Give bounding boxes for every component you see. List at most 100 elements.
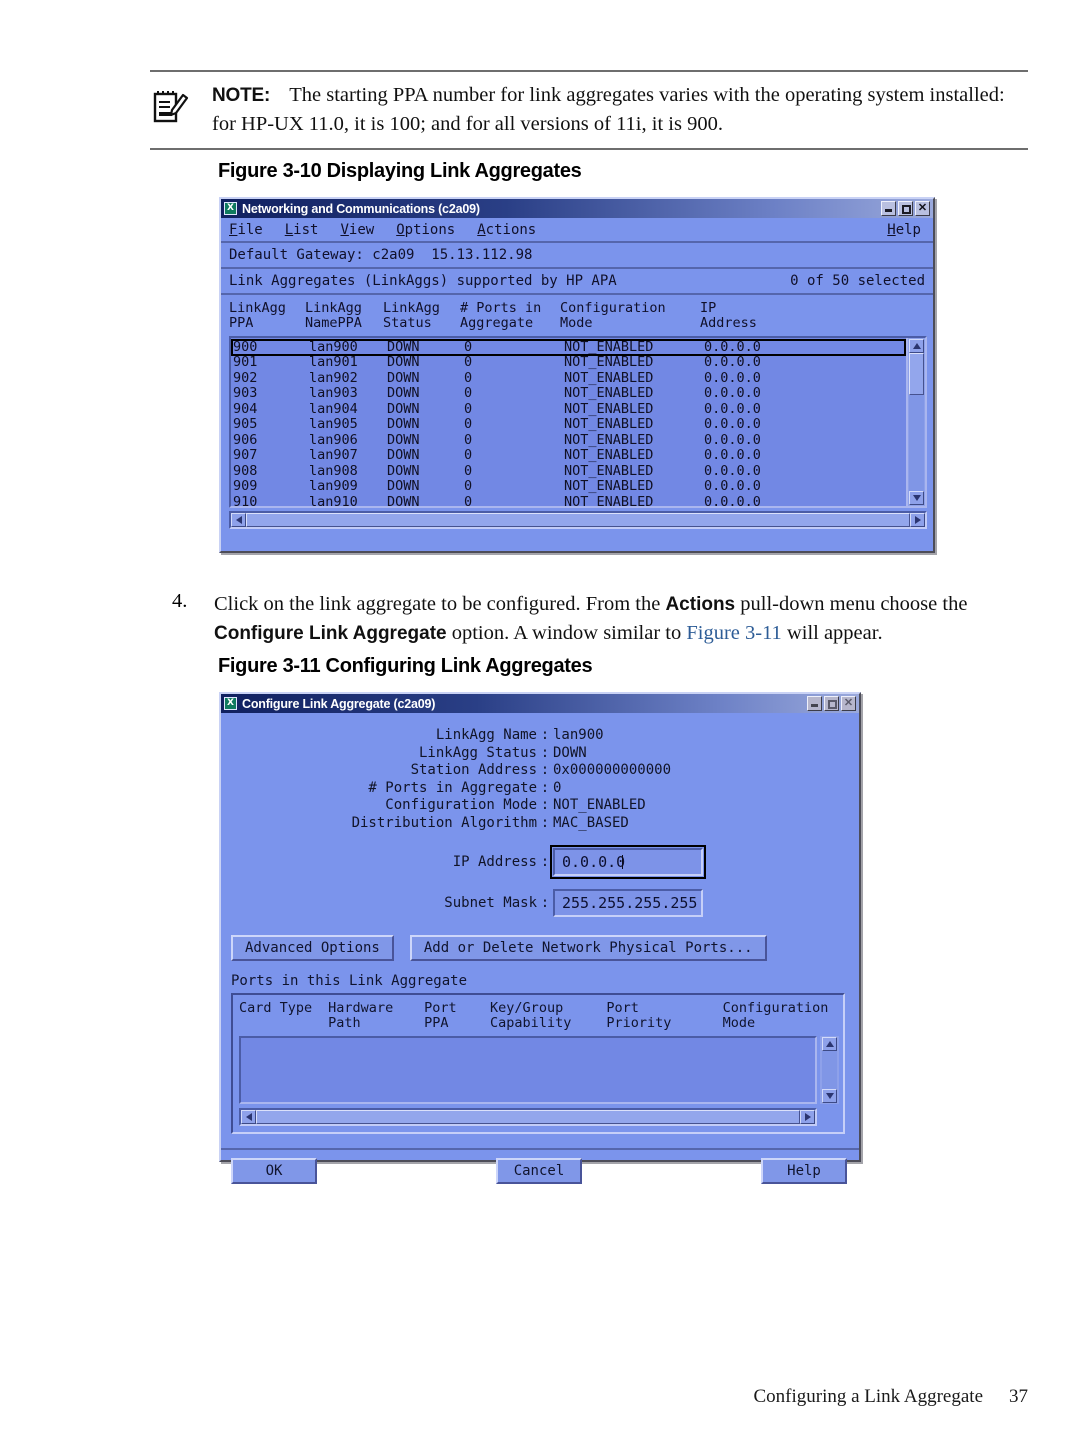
ports-scroll-right-arrow[interactable] — [800, 1110, 815, 1124]
horizontal-scroll-track[interactable] — [246, 513, 910, 527]
cell-ppa: 908 — [233, 463, 258, 479]
col-header-configuration-mode: Configuration Mode — [722, 1000, 829, 1031]
cell-ip: 0.0.0.0 — [704, 463, 761, 479]
table-row[interactable]: 909 lan909 DOWN 0 NOT_ENABLED 0.0.0.0 — [231, 479, 906, 495]
minimize-button[interactable] — [881, 201, 896, 216]
ports-vertical-scrollbar[interactable] — [820, 1036, 839, 1104]
menu-view[interactable]: View — [340, 222, 374, 238]
col-header-linkagg-status: LinkAgg Status — [383, 300, 440, 331]
cell-ports: 0 — [464, 341, 473, 354]
table-row[interactable]: 900 lan900 DOWN 0 NOT_ENABLED 0.0.0.0 — [231, 339, 906, 356]
window-titlebar[interactable]: X Networking and Communications (c2a09) … — [221, 199, 933, 218]
linkagg-rows[interactable]: 900 lan900 DOWN 0 NOT_ENABLED 0.0.0.0 901 lan90… — [231, 338, 906, 506]
x-app-icon: X — [224, 202, 237, 215]
field-label: Station Address — [410, 762, 537, 778]
ports-vertical-scroll-track[interactable] — [822, 1051, 837, 1089]
close-button[interactable]: ✕ — [841, 696, 856, 711]
ip-address-row: IP Address : 0.0.0.0 — [221, 845, 859, 879]
table-row[interactable]: 903 lan903 DOWN 0 NOT_ENABLED 0.0.0.0 — [231, 386, 906, 402]
ports-scroll-down-arrow[interactable] — [822, 1089, 837, 1103]
field-colon: : — [540, 727, 550, 743]
add-or-delete-ports-button[interactable]: Add or Delete Network Physical Ports... — [409, 935, 767, 961]
cell-ip: 0.0.0.0 — [704, 370, 761, 386]
table-row[interactable]: 902 lan902 DOWN 0 NOT_ENABLED 0.0.0.0 — [231, 371, 906, 387]
menu-help[interactable]: Help — [887, 222, 921, 238]
configure-link-aggregate-dialog: X Configure Link Aggregate (c2a09) ✕ Lin… — [219, 692, 861, 1184]
col-header-port-ppa: Port PPA — [424, 1000, 457, 1031]
cell-name: lan900 — [309, 341, 358, 354]
ports-horizontal-scroll-thumb[interactable] — [256, 1110, 800, 1124]
col-header-port-priority: Port Priority — [606, 1000, 672, 1031]
vertical-scrollbar[interactable] — [906, 338, 925, 506]
cell-name: lan906 — [309, 432, 358, 448]
table-row[interactable]: 905 lan905 DOWN 0 NOT_ENABLED 0.0.0.0 — [231, 417, 906, 433]
ok-button[interactable]: OK — [231, 1158, 317, 1184]
ports-scroll-left-arrow[interactable] — [241, 1110, 256, 1124]
ip-address-colon: : — [540, 854, 550, 870]
vertical-scroll-track[interactable] — [909, 353, 924, 491]
cell-status: DOWN — [387, 341, 420, 354]
default-gateway-line: Default Gateway: c2a09 15.13.112.98 — [221, 243, 933, 269]
maximize-button[interactable] — [824, 696, 839, 711]
cancel-button[interactable]: Cancel — [496, 1158, 582, 1184]
table-row[interactable]: 908 lan908 DOWN 0 NOT_ENABLED 0.0.0.0 — [231, 464, 906, 480]
cell-mode: NOT_ENABLED — [564, 401, 654, 417]
scroll-left-arrow[interactable] — [231, 513, 246, 527]
field-row-station-address: Station Address:0x000000000000 — [221, 762, 859, 780]
menu-actions[interactable]: Actions — [477, 222, 536, 238]
cell-ppa: 909 — [233, 479, 258, 494]
cell-status: DOWN — [387, 479, 420, 494]
cell-ports: 0 — [464, 355, 473, 370]
dialog-action-buttons: Advanced Options Add or Delete Network P… — [231, 935, 859, 961]
cell-ppa: 910 — [233, 494, 258, 507]
scroll-down-arrow[interactable] — [909, 491, 924, 505]
table-row[interactable]: 904 lan904 DOWN 0 NOT_ENABLED 0.0.0.0 — [231, 402, 906, 418]
figure-3-11-link[interactable]: Figure 3-11 — [686, 622, 781, 644]
dialog-window-controls: ✕ — [807, 696, 857, 711]
table-row[interactable]: 907 lan907 DOWN 0 NOT_ENABLED 0.0.0.0 — [231, 448, 906, 464]
ports-scroll-up-arrow[interactable] — [822, 1037, 837, 1051]
x-app-icon: X — [224, 697, 237, 710]
cell-ip: 0.0.0.0 — [704, 386, 761, 401]
cell-ppa: 901 — [233, 355, 258, 370]
field-row-ports-in-aggregate: # Ports in Aggregate:0 — [221, 780, 859, 798]
cell-ppa: 900 — [233, 341, 258, 354]
field-label: Configuration Mode — [385, 797, 537, 813]
col-header-linkagg-nameppa: LinkAgg NamePPA — [305, 300, 362, 331]
ports-horizontal-scroll-track[interactable] — [256, 1110, 800, 1124]
dialog-titlebar[interactable]: X Configure Link Aggregate (c2a09) ✕ — [221, 694, 859, 713]
field-value: 0x000000000000 — [553, 762, 672, 778]
ports-table-header: Card Type Hardware Path Port PPA Key/Group… — [239, 1001, 839, 1031]
table-row[interactable]: 910 lan910 DOWN 0 NOT_ENABLED 0.0.0.0 — [231, 495, 906, 507]
minimize-button[interactable] — [807, 696, 822, 711]
cell-mode: NOT_ENABLED — [564, 463, 654, 479]
page-footer: Configuring a Link Aggregate 37 — [753, 1386, 1028, 1408]
figure-3-11-caption: Figure 3-11 Configuring Link Aggregates — [218, 655, 593, 677]
table-row[interactable]: 901 lan901 DOWN 0 NOT_ENABLED 0.0.0.0 — [231, 355, 906, 371]
cell-ppa: 905 — [233, 417, 258, 432]
ip-address-input[interactable]: 0.0.0.0 — [550, 845, 706, 879]
menu-list[interactable]: List — [285, 222, 319, 238]
cell-ports: 0 — [464, 463, 473, 479]
menu-options[interactable]: Options — [396, 222, 455, 238]
note-bottom-rule — [150, 148, 1028, 150]
subnet-mask-input[interactable]: 255.255.255.255 — [553, 889, 703, 917]
help-button[interactable]: Help — [761, 1158, 847, 1184]
horizontal-scroll-thumb[interactable] — [246, 513, 910, 527]
close-button[interactable]: ✕ — [915, 201, 930, 216]
scroll-right-arrow[interactable] — [910, 513, 925, 527]
maximize-button[interactable] — [898, 201, 913, 216]
ports-rows[interactable] — [239, 1036, 817, 1104]
field-colon: : — [540, 762, 550, 778]
cell-name: lan903 — [309, 386, 358, 401]
ports-horizontal-scrollbar[interactable] — [239, 1108, 817, 1126]
table-row[interactable]: 906 lan906 DOWN 0 NOT_ENABLED 0.0.0.0 — [231, 433, 906, 449]
field-colon: : — [540, 814, 550, 831]
cell-mode: NOT_ENABLED — [564, 386, 654, 401]
note-callout: NOTE: The starting PPA number for link a… — [150, 70, 1028, 150]
scroll-up-arrow[interactable] — [909, 339, 924, 353]
advanced-options-button[interactable]: Advanced Options — [231, 935, 394, 961]
menu-file[interactable]: File — [229, 222, 263, 238]
horizontal-scrollbar[interactable] — [229, 511, 927, 529]
vertical-scroll-thumb[interactable] — [909, 353, 924, 395]
